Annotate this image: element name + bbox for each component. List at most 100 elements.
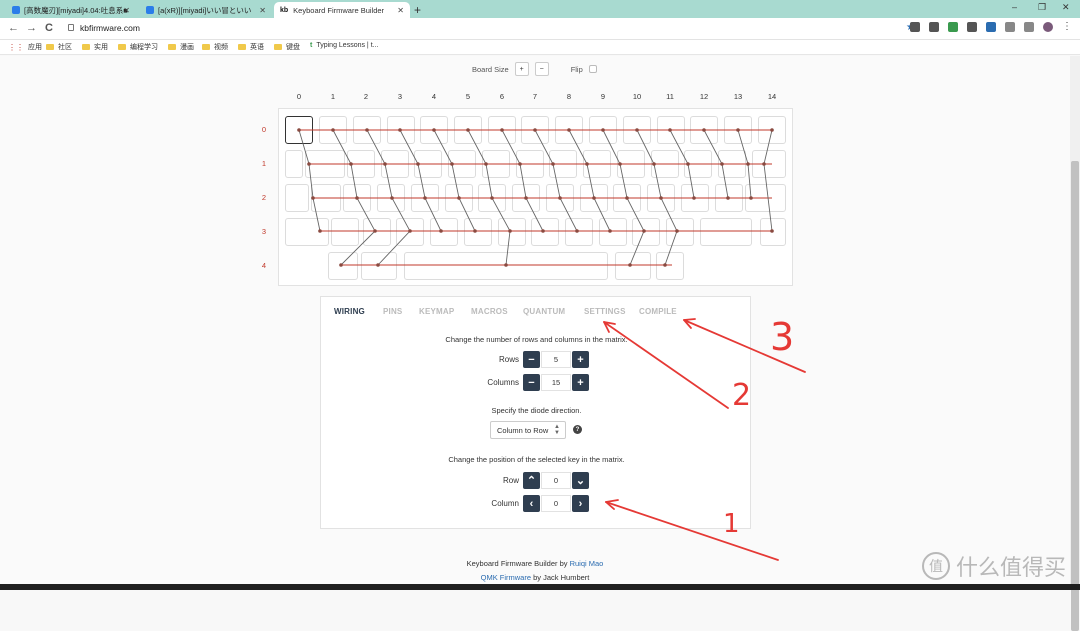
help-icon[interactable]: ?: [573, 425, 582, 434]
keyboard-key[interactable]: [347, 150, 375, 178]
keyboard-key[interactable]: [482, 150, 510, 178]
avatar[interactable]: [1043, 22, 1053, 32]
keyboard-key[interactable]: [681, 184, 709, 212]
scrollbar[interactable]: [1070, 56, 1080, 631]
keyboard-key[interactable]: [448, 150, 476, 178]
keyboard-key[interactable]: [657, 116, 685, 144]
browser-tab[interactable]: [高数魔刃][miyadi]4.04:吐息系■ ✕: [6, 2, 136, 18]
tab-keymap[interactable]: KEYMAP: [419, 307, 454, 316]
column-left-button[interactable]: ‹: [523, 495, 540, 512]
keyboard-key[interactable]: [331, 218, 359, 246]
extension-icon[interactable]: [948, 22, 958, 32]
close-tab-icon[interactable]: ✕: [123, 6, 130, 15]
keyboard-key[interactable]: [583, 150, 611, 178]
bookmark-item[interactable]: 键盘: [274, 42, 300, 52]
scrollbar-thumb[interactable]: [1071, 161, 1079, 631]
keyboard-key[interactable]: [647, 184, 675, 212]
forward-button[interactable]: →: [26, 22, 37, 34]
url-field[interactable]: kbfirmware.com: [80, 23, 140, 33]
keyboard-key[interactable]: [445, 184, 473, 212]
keyboard-key[interactable]: [387, 116, 415, 144]
keyboard-key[interactable]: [305, 150, 345, 178]
columns-increment-button[interactable]: +: [572, 374, 589, 391]
keyboard-key[interactable]: [328, 252, 358, 280]
keyboard-key[interactable]: [546, 184, 574, 212]
keyboard-key[interactable]: [684, 150, 712, 178]
tab-wiring[interactable]: WIRING: [334, 307, 365, 316]
keyboard-key[interactable]: [430, 218, 458, 246]
keyboard-key[interactable]: [599, 218, 627, 246]
extension-icon[interactable]: [967, 22, 977, 32]
keyboard-key[interactable]: [454, 116, 482, 144]
keyboard-key[interactable]: [521, 116, 549, 144]
bookmark-item[interactable]: 社区: [46, 42, 72, 52]
keyboard-key[interactable]: [381, 150, 409, 178]
extension-icon[interactable]: [1005, 22, 1015, 32]
bookmark-item[interactable]: 英语: [238, 42, 264, 52]
keyboard-key[interactable]: [758, 116, 786, 144]
keyboard-key[interactable]: [651, 150, 679, 178]
back-button[interactable]: ←: [8, 22, 19, 34]
keyboard-key[interactable]: [690, 116, 718, 144]
keyboard-key[interactable]: [464, 218, 492, 246]
bookmark-item[interactable]: ⋮⋮ 应用: [8, 42, 42, 52]
keyboard-key[interactable]: [478, 184, 506, 212]
keyboard-key[interactable]: [745, 184, 786, 212]
close-window-button[interactable]: ✕: [1062, 2, 1070, 13]
columns-decrement-button[interactable]: −: [523, 374, 540, 391]
minimize-button[interactable]: –: [1012, 2, 1017, 12]
browser-tab[interactable]: [a(xR)][miyadi]いい冒といい ✕: [140, 2, 272, 18]
keyboard-key[interactable]: [565, 218, 593, 246]
close-tab-icon[interactable]: ✕: [397, 6, 404, 15]
keyboard-key[interactable]: [760, 218, 786, 246]
menu-icon[interactable]: ⋮: [1062, 22, 1072, 32]
keyboard-key[interactable]: [632, 218, 660, 246]
keyboard-key[interactable]: [377, 184, 405, 212]
keyboard-key[interactable]: [343, 184, 371, 212]
bookmark-item[interactable]: 编程学习: [118, 42, 158, 52]
keyboard-key[interactable]: [361, 252, 397, 280]
keyboard-key[interactable]: [488, 116, 516, 144]
extension-icon[interactable]: [929, 22, 939, 32]
row-down-button[interactable]: ⌄: [572, 472, 589, 489]
selected-key[interactable]: [285, 116, 313, 144]
keyboard-key[interactable]: [589, 116, 617, 144]
bookmark-item[interactable]: 漫画: [168, 42, 194, 52]
keyboard-key[interactable]: [353, 116, 381, 144]
keyboard-key[interactable]: [512, 184, 540, 212]
tab-quantum[interactable]: QUANTUM: [523, 307, 565, 316]
keyboard-key[interactable]: [724, 116, 752, 144]
keyboard-key[interactable]: [404, 252, 608, 280]
extension-icon[interactable]: [910, 22, 920, 32]
keyboard-key[interactable]: [700, 218, 752, 246]
tab-compile[interactable]: COMPILE: [639, 307, 677, 316]
keyboard-key[interactable]: [555, 116, 583, 144]
row-position-input[interactable]: 0: [541, 472, 571, 489]
keyboard-key[interactable]: [414, 150, 442, 178]
keyboard-key[interactable]: [549, 150, 577, 178]
bookmark-item[interactable]: t Typing Lessons | t...: [310, 42, 378, 49]
browser-tab-active[interactable]: kb Keyboard Firmware Builder ✕: [274, 2, 410, 18]
bookmark-item[interactable]: 实用: [82, 42, 108, 52]
flip-checkbox[interactable]: [588, 65, 597, 73]
keyboard-key[interactable]: [613, 184, 641, 212]
author-link[interactable]: Ruiqi Mao: [570, 559, 604, 568]
keyboard-key[interactable]: [420, 116, 448, 144]
row-up-button[interactable]: ⌃: [523, 472, 540, 489]
keyboard-key[interactable]: [363, 218, 391, 246]
keyboard-key[interactable]: [285, 218, 329, 246]
keyboard-key[interactable]: [623, 116, 651, 144]
keyboard-key[interactable]: [615, 252, 651, 280]
keyboard-key[interactable]: [498, 218, 526, 246]
keyboard-key[interactable]: [715, 184, 743, 212]
extension-icon[interactable]: [986, 22, 996, 32]
zoom-out-button[interactable]: −: [534, 62, 549, 76]
keyboard-key[interactable]: [666, 218, 694, 246]
diode-direction-select[interactable]: Column to Row ▲ ▼: [490, 421, 566, 439]
rows-decrement-button[interactable]: −: [523, 351, 540, 368]
columns-input[interactable]: 15: [541, 374, 571, 391]
keyboard-key[interactable]: [516, 150, 544, 178]
keyboard-key[interactable]: [580, 184, 608, 212]
keyboard-key[interactable]: [396, 218, 424, 246]
extension-icon[interactable]: [1024, 22, 1034, 32]
